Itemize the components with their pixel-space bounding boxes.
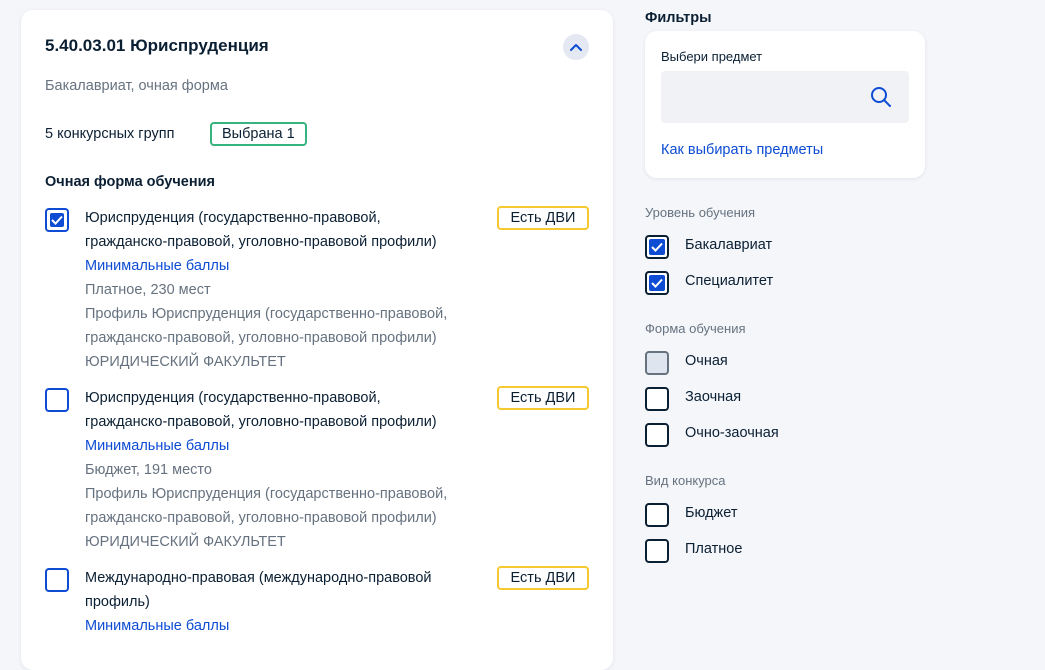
chevron-up-icon [570, 44, 582, 51]
program-faculty: ЮРИДИЧЕСКИЙ ФАКУЛЬТЕТ [85, 534, 286, 550]
program-name: Юриспруденция (государственно-правовой, [85, 390, 381, 406]
check-icon [51, 215, 63, 225]
checkbox[interactable] [645, 503, 669, 527]
search-icon[interactable] [869, 85, 893, 109]
level-filter-title: Уровень обучения [645, 205, 756, 220]
selected-count-badge: Выбрана 1 [210, 122, 307, 146]
filters-heading: Фильтры [645, 10, 712, 26]
program-profile: гражданско-правовой, уголовно-правовой п… [85, 330, 437, 346]
program-profile: Профиль Юриспруденция (государственно-пр… [85, 486, 448, 502]
check-icon [651, 242, 663, 252]
program-profile: гражданско-правовой, уголовно-правовой п… [85, 510, 437, 526]
program-name: Международно-правовая (международно-прав… [85, 570, 432, 586]
min-scores-link[interactable]: Минимальные баллы [85, 254, 505, 278]
program-checkbox[interactable] [45, 388, 69, 412]
program-faculty: ЮРИДИЧЕСКИЙ ФАКУЛЬТЕТ [85, 354, 286, 370]
program-places: Бюджет, 191 место [85, 462, 212, 478]
check-icon [651, 278, 663, 288]
program-name: гражданско-правовой, уголовно-правовой п… [85, 414, 437, 430]
checkbox[interactable] [645, 351, 669, 375]
option-label: Очная [685, 353, 728, 369]
option-label: Платное [685, 541, 743, 557]
subject-label: Выбери предмет [661, 49, 763, 64]
checkbox[interactable] [645, 423, 669, 447]
program-name: профиль) [85, 594, 150, 610]
subject-filter-card: Выбери предмет Как выбирать предметы [645, 31, 925, 178]
option-label: Очно-заочная [685, 425, 779, 441]
option-label: Бакалавриат [685, 237, 773, 253]
program-profile: Профиль Юриспруденция (государственно-пр… [85, 306, 448, 322]
checkbox[interactable] [645, 387, 669, 411]
section-title: Очная форма обучения [45, 174, 215, 190]
dvi-badge: Есть ДВИ [497, 386, 589, 410]
program-places: Платное, 230 мест [85, 282, 211, 298]
collapse-button[interactable] [563, 34, 589, 60]
groups-count: 5 конкурсных групп [45, 126, 175, 142]
option-label: Специалитет [685, 273, 774, 289]
program-name: гражданско-правовой, уголовно-правовой п… [85, 234, 437, 250]
program-name: Юриспруденция (государственно-правовой, [85, 210, 381, 226]
direction-card: 5.40.03.01 Юриспруденция Бакалавриат, оч… [21, 10, 613, 670]
direction-title: 5.40.03.01 Юриспруденция [45, 36, 269, 55]
option-label: Бюджет [685, 505, 738, 521]
direction-subtitle: Бакалавриат, очная форма [45, 78, 228, 94]
program-checkbox[interactable] [45, 208, 69, 232]
min-scores-link[interactable]: Минимальные баллы [85, 434, 505, 458]
checkbox[interactable] [645, 271, 669, 295]
form-filter-title: Форма обучения [645, 321, 746, 336]
program-checkbox[interactable] [45, 568, 69, 592]
how-to-choose-subjects-link[interactable]: Как выбирать предметы [661, 142, 823, 158]
dvi-badge: Есть ДВИ [497, 206, 589, 230]
checkbox[interactable] [645, 235, 669, 259]
dvi-badge: Есть ДВИ [497, 566, 589, 590]
min-scores-link[interactable]: Минимальные баллы [85, 614, 505, 638]
contest-filter-title: Вид конкурса [645, 473, 726, 488]
option-label: Заочная [685, 389, 742, 405]
checkbox[interactable] [645, 539, 669, 563]
